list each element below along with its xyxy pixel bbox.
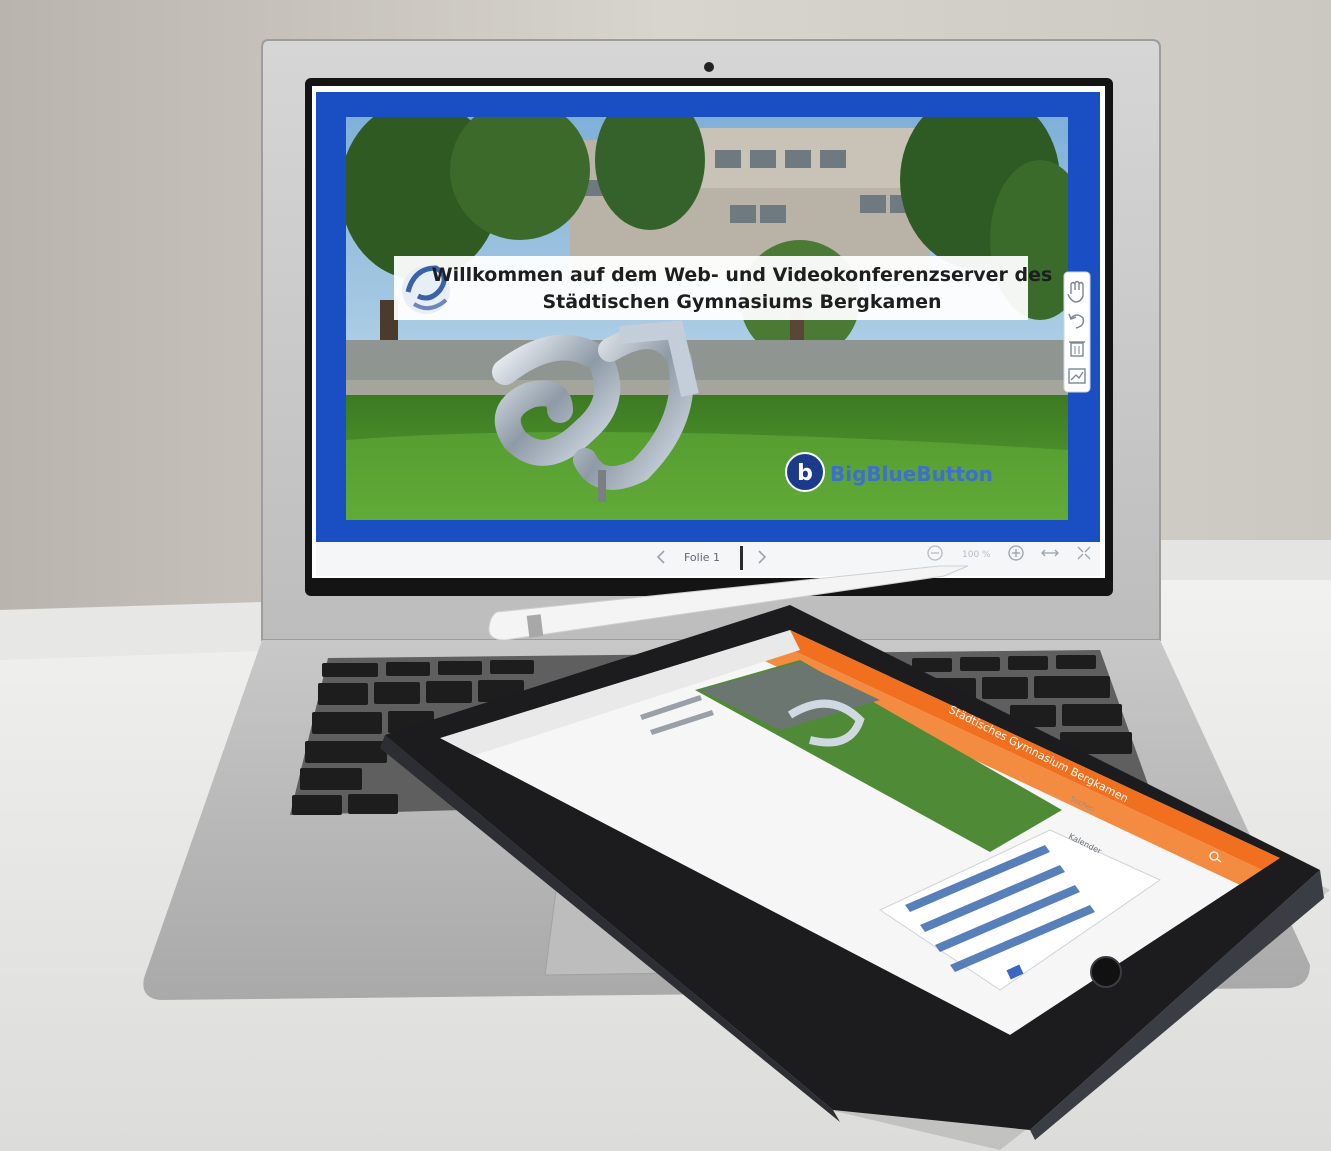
bigbluebutton-wordmark: BigBlueButton [830, 462, 993, 486]
slide-title-line2: Städtischen Gymnasiums Bergkamen [542, 291, 941, 313]
photo-scene: Willkommen auf dem Web- und Videokonfere… [0, 0, 1331, 1151]
svg-text:b: b [797, 461, 813, 486]
tablet-home-button[interactable] [1090, 956, 1122, 988]
slide-selector-divider [740, 546, 743, 570]
slide-title-banner: Willkommen auf dem Web- und Videokonfere… [394, 256, 1052, 320]
annotation-toolbar [1063, 271, 1091, 393]
slide-title-line1: Willkommen auf dem Web- und Videokonfere… [432, 264, 1053, 286]
slide-selector-label[interactable]: Folie 1 [684, 551, 720, 564]
zoom-level: 100 % [962, 550, 991, 560]
presentation-toolbar: Folie 1 100 % [316, 542, 1100, 576]
webcam [704, 62, 714, 72]
